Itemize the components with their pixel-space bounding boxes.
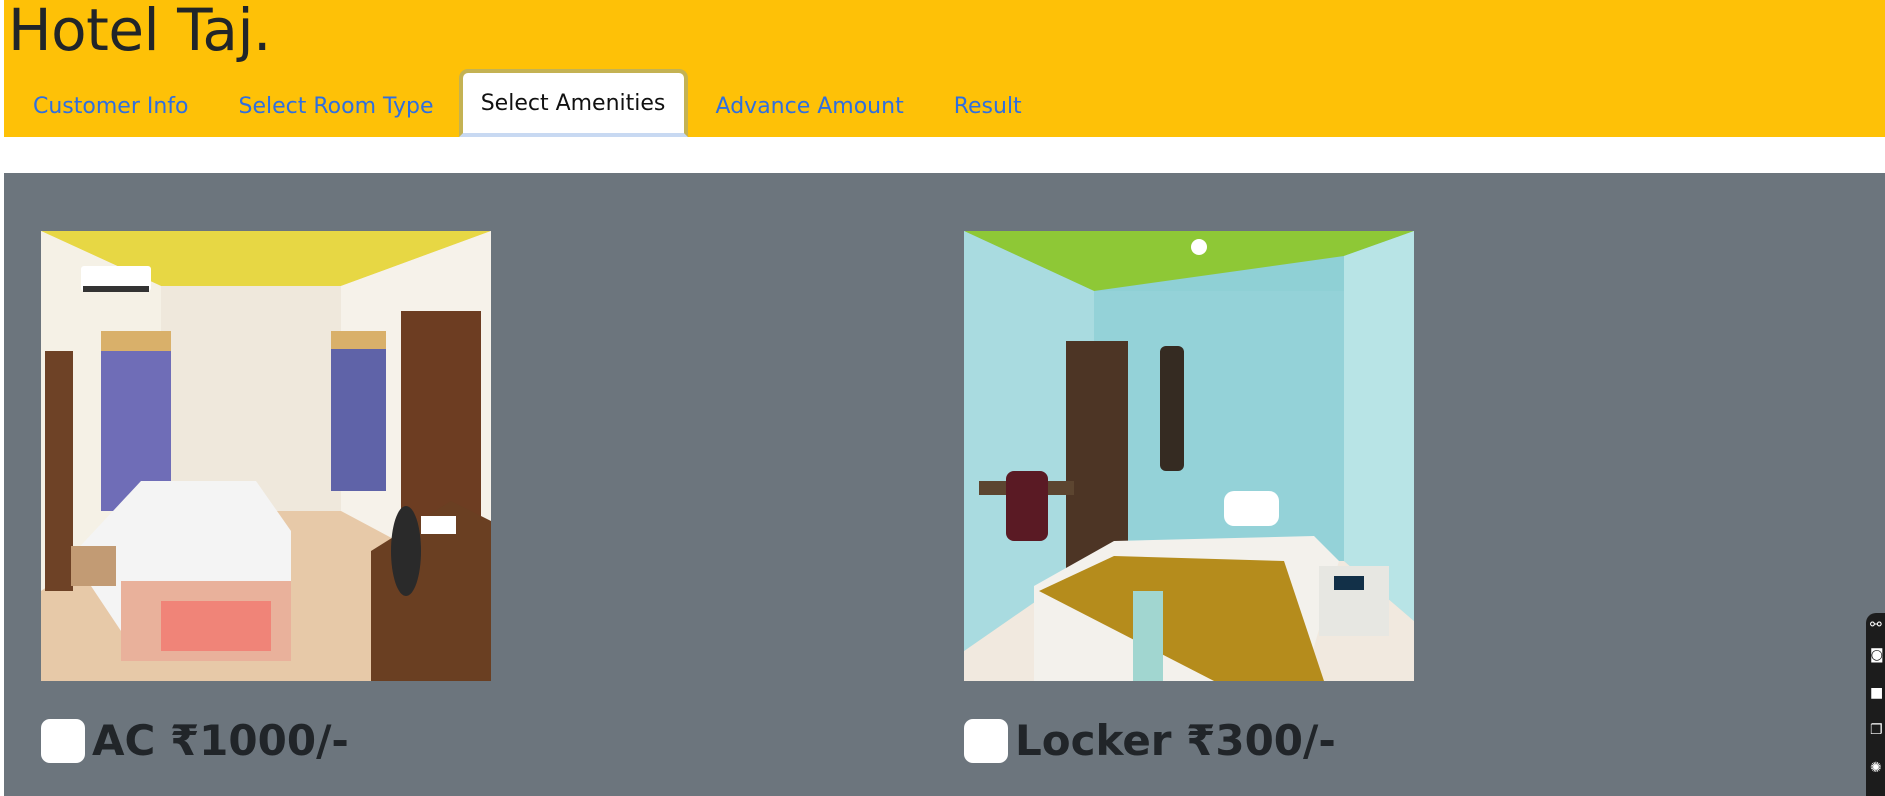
ac-room-photo xyxy=(41,231,491,681)
app-header: Hotel Taj. Customer Info Select Room Typ… xyxy=(4,0,1885,137)
amenity-locker: Locker ₹300/- xyxy=(964,716,1336,765)
square-icon[interactable]: ■ xyxy=(1870,686,1885,701)
locker-label: Locker ₹300/- xyxy=(1015,716,1336,765)
tab-select-amenities[interactable]: Select Amenities xyxy=(458,69,688,137)
ac-checkbox[interactable] xyxy=(41,718,85,763)
tab-bar: Customer Info Select Room Type Select Am… xyxy=(8,69,1047,137)
tab-advance-amount[interactable]: Advance Amount xyxy=(691,75,929,137)
amenity-ac: AC ₹1000/- xyxy=(41,716,349,765)
camera-icon[interactable]: ◙ xyxy=(1870,648,1885,663)
tab-select-room-type[interactable]: Select Room Type xyxy=(214,75,459,137)
tab-customer-info[interactable]: Customer Info xyxy=(8,75,214,137)
amenities-panel: AC ₹1000/- Locker ₹300/- xyxy=(4,173,1885,796)
locker-room-photo xyxy=(964,231,1414,681)
locker-checkbox[interactable] xyxy=(964,718,1008,763)
gear-icon[interactable]: ✺ xyxy=(1870,761,1885,776)
locker-room-illustration xyxy=(964,231,1414,681)
tab-result[interactable]: Result xyxy=(929,75,1047,137)
floating-toolbar: ⚯ ◙ ■ ❐ ✺ xyxy=(1866,613,1885,796)
amenity-card-ac: AC ₹1000/- xyxy=(41,231,491,765)
amenity-card-locker: Locker ₹300/- xyxy=(964,231,1414,765)
ac-room-illustration xyxy=(41,231,491,681)
link-icon[interactable]: ⚯ xyxy=(1870,618,1885,633)
copy-icon[interactable]: ❐ xyxy=(1870,723,1885,738)
ac-label: AC ₹1000/- xyxy=(92,716,349,765)
brand-title: Hotel Taj. xyxy=(8,0,272,64)
